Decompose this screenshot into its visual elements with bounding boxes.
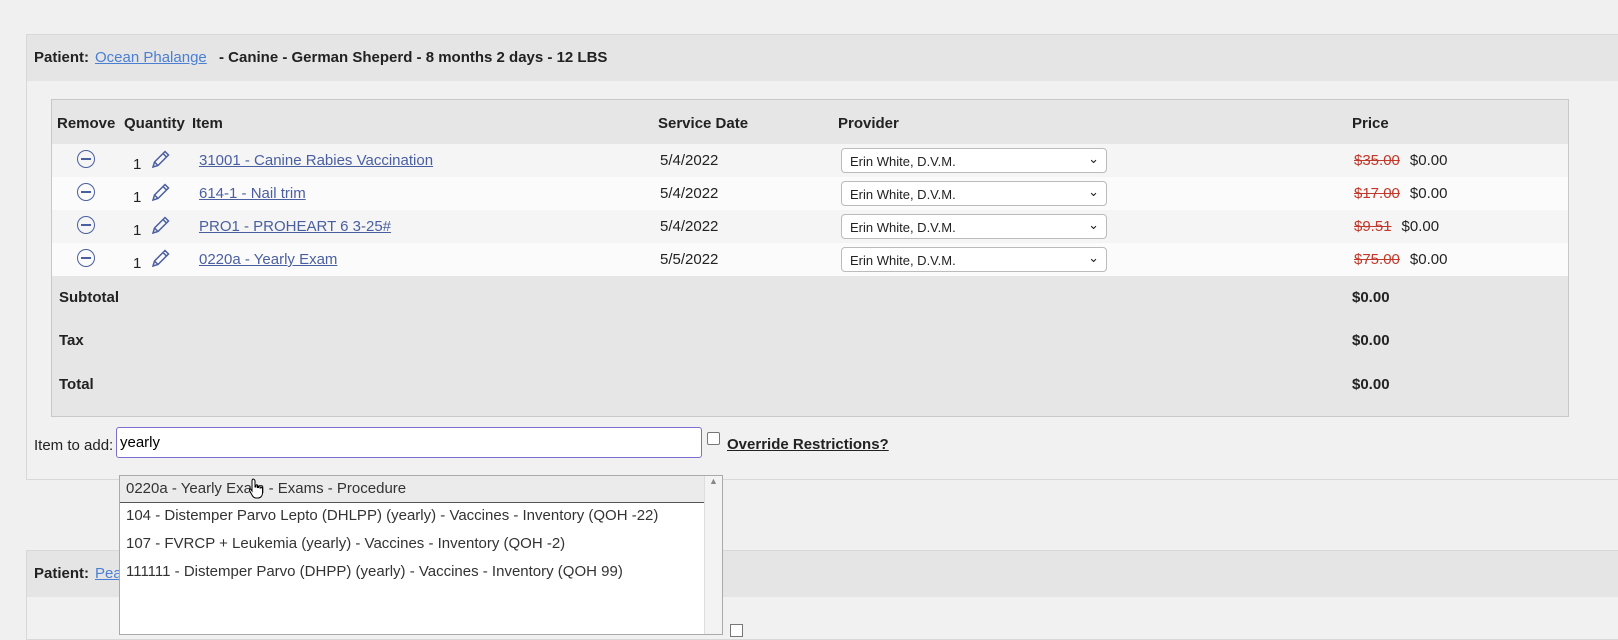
subtotal-label: Subtotal — [59, 289, 119, 306]
header-item: Item — [192, 115, 223, 132]
price-cell: $9.51 $0.00 — [1354, 218, 1439, 235]
remove-icon[interactable] — [77, 249, 95, 267]
quantity-value: 1 — [133, 189, 142, 206]
original-price: $9.51 — [1354, 218, 1392, 235]
current-price: $0.00 — [1409, 185, 1448, 202]
item-link[interactable]: 31001 - Canine Rabies Vaccination — [199, 152, 433, 169]
original-price: $75.00 — [1354, 251, 1400, 268]
quantity-value: 1 — [133, 255, 142, 272]
tax-label: Tax — [59, 332, 84, 349]
price-cell: $17.00 $0.00 — [1354, 185, 1447, 202]
remove-icon[interactable] — [77, 183, 95, 201]
chevron-down-icon: ⌄ — [1088, 184, 1099, 199]
header-service-date: Service Date — [658, 115, 749, 132]
provider-select[interactable]: Erin White, D.V.M. ⌄ — [841, 181, 1107, 206]
pencil-icon[interactable] — [150, 148, 172, 170]
chevron-down-icon: ⌄ — [1088, 151, 1099, 166]
suggestion-item[interactable]: 111111 - Distemper Parvo (DHPP) (yearly)… — [126, 563, 623, 580]
service-date: 5/4/2022 — [660, 185, 719, 202]
item-search-input[interactable] — [116, 427, 702, 458]
item-link[interactable]: 614-1 - Nail trim — [199, 185, 306, 202]
override-restrictions-checkbox[interactable] — [707, 432, 720, 445]
hand-cursor-icon — [248, 478, 263, 499]
current-price: $0.00 — [1409, 152, 1448, 169]
suggestion-item[interactable]: 104 - Distemper Parvo Lepto (DHLPP) (yea… — [126, 507, 658, 524]
suggestion-item[interactable]: 107 - FVRCP + Leukemia (yearly) - Vaccin… — [126, 535, 565, 552]
table-row: 1 614-1 - Nail trim 5/4/2022 Erin White,… — [52, 177, 1568, 210]
provider-value: Erin White, D.V.M. — [850, 253, 956, 268]
patient-name-link[interactable]: Ocean Phalange — [95, 49, 207, 66]
provider-value: Erin White, D.V.M. — [850, 187, 956, 202]
override-restrictions-checkbox-2[interactable] — [730, 624, 743, 637]
service-date: 5/4/2022 — [660, 152, 719, 169]
chevron-down-icon: ⌄ — [1088, 250, 1099, 265]
suggestion-item[interactable]: 0220a - Yearly Exam - Exams - Procedure — [120, 476, 706, 503]
item-link[interactable]: 0220a - Yearly Exam — [199, 251, 337, 268]
service-date: 5/4/2022 — [660, 218, 719, 235]
header-quantity: Quantity — [124, 115, 185, 132]
quantity-value: 1 — [133, 222, 142, 239]
current-price: $0.00 — [1401, 218, 1440, 235]
provider-select[interactable]: Erin White, D.V.M. ⌄ — [841, 148, 1107, 173]
dropdown-scrollbar[interactable]: ▲ — [704, 476, 722, 634]
provider-value: Erin White, D.V.M. — [850, 220, 956, 235]
original-price: $35.00 — [1354, 152, 1400, 169]
remove-icon[interactable] — [77, 216, 95, 234]
patient-header: Patient: Ocean Phalange - Canine - Germa… — [27, 35, 1618, 81]
patient-label: Patient: — [34, 49, 90, 66]
patient-name-link[interactable]: Pea — [95, 565, 122, 582]
quantity-value: 1 — [133, 156, 142, 173]
autocomplete-dropdown: 0220a - Yearly Exam - Exams - Procedure … — [119, 475, 723, 635]
provider-select[interactable]: Erin White, D.V.M. ⌄ — [841, 214, 1107, 239]
subtotal-value: $0.00 — [1352, 289, 1390, 306]
header-provider: Provider — [838, 115, 899, 132]
scroll-up-icon[interactable]: ▲ — [709, 476, 718, 486]
table-row: 1 31001 - Canine Rabies Vaccination 5/4/… — [52, 144, 1568, 177]
chevron-down-icon: ⌄ — [1088, 217, 1099, 232]
override-restrictions-label[interactable]: Override Restrictions? — [727, 436, 889, 453]
current-price: $0.00 — [1409, 251, 1448, 268]
table-row: 1 0220a - Yearly Exam 5/5/2022 Erin Whit… — [52, 243, 1568, 276]
header-remove: Remove — [57, 115, 116, 132]
total-label: Total — [59, 376, 94, 393]
patient-info: - Canine - German Sheperd - 8 months 2 d… — [219, 49, 608, 66]
service-date: 5/5/2022 — [660, 251, 719, 268]
invoice-table: Remove Quantity Item Service Date Provid… — [51, 99, 1569, 417]
remove-icon[interactable] — [77, 150, 95, 168]
patient-panel: Patient: Ocean Phalange - Canine - Germa… — [26, 34, 1618, 480]
item-to-add-label: Item to add: — [34, 437, 114, 454]
provider-value: Erin White, D.V.M. — [850, 154, 956, 169]
tax-value: $0.00 — [1352, 332, 1390, 349]
pencil-icon[interactable] — [150, 214, 172, 236]
item-link[interactable]: PRO1 - PROHEART 6 3-25# — [199, 218, 391, 235]
table-row: 1 PRO1 - PROHEART 6 3-25# 5/4/2022 Erin … — [52, 210, 1568, 243]
price-cell: $75.00 $0.00 — [1354, 251, 1447, 268]
price-cell: $35.00 $0.00 — [1354, 152, 1447, 169]
pencil-icon[interactable] — [150, 247, 172, 269]
header-price: Price — [1352, 115, 1389, 132]
original-price: $17.00 — [1354, 185, 1400, 202]
pencil-icon[interactable] — [150, 181, 172, 203]
patient-label: Patient: — [34, 565, 90, 582]
provider-select[interactable]: Erin White, D.V.M. ⌄ — [841, 247, 1107, 272]
total-value: $0.00 — [1352, 376, 1390, 393]
